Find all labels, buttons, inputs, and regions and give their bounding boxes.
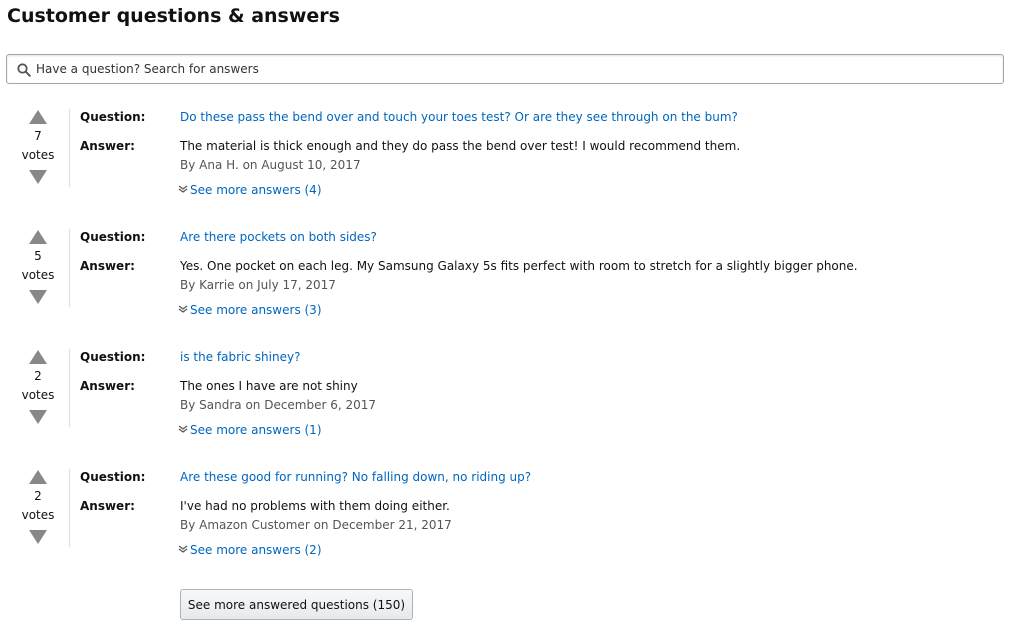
downvote-arrow-icon[interactable] xyxy=(28,289,48,305)
answer-byline: By Karrie on July 17, 2017 xyxy=(180,278,336,292)
qa-item: 7 votes Question: Do these pass the bend… xyxy=(0,109,1012,219)
divider xyxy=(69,229,70,307)
answer-byline: By Ana H. on August 10, 2017 xyxy=(180,158,361,172)
qa-item: 2 votes Question: Are these good for run… xyxy=(0,469,1012,579)
vote-widget: 2 votes xyxy=(14,469,62,549)
question-label: Question: xyxy=(80,470,146,484)
answer-byline: By Sandra on December 6, 2017 xyxy=(180,398,377,412)
upvote-arrow-icon[interactable] xyxy=(28,349,48,365)
question-link[interactable]: Are these good for running? No falling d… xyxy=(180,470,531,484)
page-title: Customer questions & answers xyxy=(7,5,340,27)
upvote-arrow-icon[interactable] xyxy=(28,109,48,125)
votes-label: votes xyxy=(21,268,55,282)
see-more-answers-label: See more answers (3) xyxy=(190,303,322,317)
answer-text: The material is thick enough and they do… xyxy=(180,139,741,153)
see-more-answers-link[interactable]: See more answers (1) xyxy=(178,423,322,437)
question-label: Question: xyxy=(80,110,146,124)
answer-text: Yes. One pocket on each leg. My Samsung … xyxy=(180,259,858,273)
see-more-answers-label: See more answers (2) xyxy=(190,543,322,557)
question-label: Question: xyxy=(80,350,146,364)
downvote-arrow-icon[interactable] xyxy=(28,169,48,185)
vote-count: 2 xyxy=(34,369,42,383)
question-label: Question: xyxy=(80,230,146,244)
answer-text: The ones I have are not shiny xyxy=(180,379,358,393)
question-link[interactable]: Are there pockets on both sides? xyxy=(180,230,377,244)
answer-byline: By Amazon Customer on December 21, 2017 xyxy=(180,518,452,532)
answer-label: Answer: xyxy=(80,379,135,393)
vote-widget: 7 votes xyxy=(14,109,62,189)
votes-label: votes xyxy=(21,388,55,402)
search-icon xyxy=(17,63,31,77)
qa-item: 5 votes Question: Are there pockets on b… xyxy=(0,229,1012,339)
vote-widget: 2 votes xyxy=(14,349,62,429)
downvote-arrow-icon[interactable] xyxy=(28,529,48,545)
see-more-answers-label: See more answers (4) xyxy=(190,183,322,197)
divider xyxy=(69,109,70,187)
chevron-down-icon xyxy=(178,305,188,313)
answer-label: Answer: xyxy=(80,259,135,273)
see-more-answers-link[interactable]: See more answers (2) xyxy=(178,543,322,557)
divider xyxy=(69,469,70,547)
vote-count: 5 xyxy=(34,249,42,263)
see-more-answers-label: See more answers (1) xyxy=(190,423,322,437)
chevron-down-icon xyxy=(178,185,188,193)
upvote-arrow-icon[interactable] xyxy=(28,229,48,245)
search-box[interactable] xyxy=(6,54,1004,84)
see-more-answers-link[interactable]: See more answers (3) xyxy=(178,303,322,317)
divider xyxy=(69,349,70,427)
vote-widget: 5 votes xyxy=(14,229,62,309)
see-more-answers-link[interactable]: See more answers (4) xyxy=(178,183,322,197)
chevron-down-icon xyxy=(178,545,188,553)
qa-item: 2 votes Question: is the fabric shiney? … xyxy=(0,349,1012,459)
vote-count: 7 xyxy=(34,129,42,143)
votes-label: votes xyxy=(21,508,55,522)
answer-text: I've had no problems with them doing eit… xyxy=(180,499,450,513)
see-more-questions-button[interactable]: See more answered questions (150) xyxy=(180,589,413,620)
question-link[interactable]: Do these pass the bend over and touch yo… xyxy=(180,110,738,124)
upvote-arrow-icon[interactable] xyxy=(28,469,48,485)
chevron-down-icon xyxy=(178,425,188,433)
question-link[interactable]: is the fabric shiney? xyxy=(180,350,300,364)
answer-label: Answer: xyxy=(80,499,135,513)
votes-label: votes xyxy=(21,148,55,162)
downvote-arrow-icon[interactable] xyxy=(28,409,48,425)
answer-label: Answer: xyxy=(80,139,135,153)
vote-count: 2 xyxy=(34,489,42,503)
search-input[interactable] xyxy=(36,55,996,83)
